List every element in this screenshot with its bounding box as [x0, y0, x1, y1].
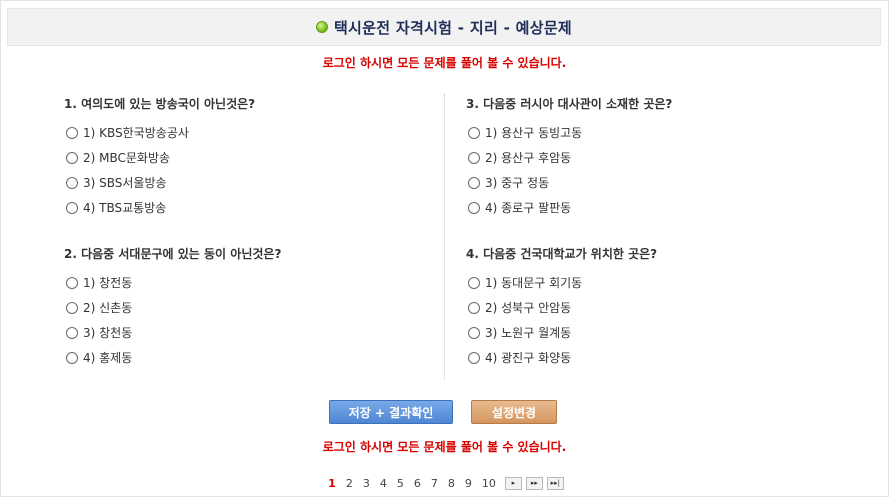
radio-button[interactable]: [468, 151, 480, 164]
answer-option[interactable]: 2) MBC문화방송: [64, 145, 414, 170]
question-block: 3. 다음중 러시아 대사관이 소재한 곳은? 1) 용산구 동빙고동 2) 용산구…: [466, 96, 816, 220]
column-divider: [444, 94, 445, 380]
answer-option[interactable]: 4) 홍제동: [64, 345, 414, 370]
radio-button[interactable]: [468, 126, 480, 139]
answer-option[interactable]: 4) TBS교통방송: [64, 195, 414, 220]
answer-option[interactable]: 4) 광진구 화양동: [466, 345, 816, 370]
answer-option-label: 4) 홍제동: [83, 351, 133, 365]
page-link[interactable]: 7: [431, 477, 438, 490]
page-link[interactable]: 4: [380, 477, 387, 490]
answer-option-label: 4) 광진구 화양동: [485, 351, 572, 365]
question-title: 2. 다음중 서대문구에 있는 동이 아닌것은?: [64, 247, 282, 261]
answer-option-label: 1) KBS한국방송공사: [83, 126, 189, 140]
radio-button[interactable]: [468, 326, 480, 339]
answer-option-label: 1) 동대문구 회기동: [485, 276, 583, 290]
page-link[interactable]: 2: [346, 477, 353, 490]
answer-option[interactable]: 1) 동대문구 회기동: [466, 270, 816, 295]
pagination: 1 2 3 4 5 6 7 8 9 10 ▸ ▸▸ ▸▸|: [0, 477, 888, 490]
page-link[interactable]: 8: [448, 477, 455, 490]
answer-option-label: 3) 중구 정동: [485, 176, 550, 190]
answer-option-label: 3) SBS서울방송: [83, 176, 167, 190]
page-link[interactable]: 5: [397, 477, 404, 490]
answer-option[interactable]: 2) 용산구 후암동: [466, 145, 816, 170]
question-block: 2. 다음중 서대문구에 있는 동이 아닌것은? 1) 창전동 2) 신촌동 3) 창…: [64, 246, 414, 370]
login-notice-top: 로그인 하시면 모든 문제를 풀어 볼 수 있습니다.: [322, 56, 567, 70]
answer-option[interactable]: 3) 노원구 월계동: [466, 320, 816, 345]
radio-button[interactable]: [66, 301, 78, 314]
page-link[interactable]: 6: [414, 477, 421, 490]
page-link[interactable]: 10: [482, 477, 496, 490]
green-bullet-icon: [315, 21, 328, 33]
answer-option[interactable]: 4) 종로구 팔판동: [466, 195, 816, 220]
answer-option-label: 1) 용산구 동빙고동: [485, 126, 583, 140]
page-link[interactable]: 1: [328, 477, 336, 490]
radio-button[interactable]: [66, 326, 78, 339]
question-column-left: 1. 여의도에 있는 방송국이 아닌것은? 1) KBS한국방송공사 2) MBC문…: [64, 96, 414, 396]
radio-button[interactable]: [468, 351, 480, 364]
radio-button[interactable]: [66, 126, 78, 139]
last-page-icon[interactable]: ▸▸|: [546, 477, 564, 490]
header-bar: 택시운전 자격시험 - 지리 - 예상문제: [7, 8, 881, 46]
question-block: 1. 여의도에 있는 방송국이 아닌것은? 1) KBS한국방송공사 2) MBC문…: [64, 96, 414, 220]
radio-button[interactable]: [66, 151, 78, 164]
radio-button[interactable]: [468, 276, 480, 289]
question-title: 1. 여의도에 있는 방송국이 아닌것은?: [64, 97, 256, 111]
answer-option-label: 2) 용산구 후암동: [485, 151, 572, 165]
answer-option[interactable]: 1) KBS한국방송공사: [64, 120, 414, 145]
answer-option[interactable]: 2) 성북구 안암동: [466, 295, 816, 320]
radio-button[interactable]: [468, 301, 480, 314]
question-title: 3. 다음중 러시아 대사관이 소재한 곳은?: [466, 97, 673, 111]
answer-option-label: 2) 성북구 안암동: [485, 301, 572, 315]
answer-option-label: 1) 창전동: [83, 276, 133, 290]
radio-button[interactable]: [468, 201, 480, 214]
answer-option[interactable]: 3) 중구 정동: [466, 170, 816, 195]
page-link[interactable]: 9: [465, 477, 472, 490]
change-settings-button[interactable]: 설정변경: [471, 400, 557, 424]
save-check-result-button[interactable]: 저장 + 결과확인: [329, 400, 453, 424]
answer-option[interactable]: 1) 용산구 동빙고동: [466, 120, 816, 145]
next-page-icon[interactable]: ▸: [504, 477, 522, 490]
question-column-right: 3. 다음중 러시아 대사관이 소재한 곳은? 1) 용산구 동빙고동 2) 용산구…: [466, 96, 816, 396]
radio-button[interactable]: [66, 351, 78, 364]
answer-option-label: 3) 노원구 월계동: [485, 326, 572, 340]
login-notice-bottom: 로그인 하시면 모든 문제를 풀어 볼 수 있습니다.: [322, 440, 567, 454]
next-group-icon[interactable]: ▸▸: [525, 477, 543, 490]
page-link[interactable]: 3: [363, 477, 370, 490]
question-block: 4. 다음중 건국대학교가 위치한 곳은? 1) 동대문구 회기동 2) 성북구 안…: [466, 246, 816, 370]
answer-option-label: 2) 신촌동: [83, 301, 133, 315]
answer-option[interactable]: 3) SBS서울방송: [64, 170, 414, 195]
answer-option[interactable]: 1) 창전동: [64, 270, 414, 295]
radio-button[interactable]: [66, 201, 78, 214]
answer-option-label: 2) MBC문화방송: [83, 151, 171, 165]
radio-button[interactable]: [468, 176, 480, 189]
answer-option-label: 4) TBS교통방송: [83, 201, 167, 215]
radio-button[interactable]: [66, 176, 78, 189]
page-title: 택시운전 자격시험 - 지리 - 예상문제: [333, 18, 573, 37]
radio-button[interactable]: [66, 276, 78, 289]
answer-option[interactable]: 2) 신촌동: [64, 295, 414, 320]
answer-option-label: 4) 종로구 팔판동: [485, 201, 572, 215]
answer-option-label: 3) 창천동: [83, 326, 133, 340]
answer-option[interactable]: 3) 창천동: [64, 320, 414, 345]
question-title: 4. 다음중 건국대학교가 위치한 곳은?: [466, 247, 658, 261]
